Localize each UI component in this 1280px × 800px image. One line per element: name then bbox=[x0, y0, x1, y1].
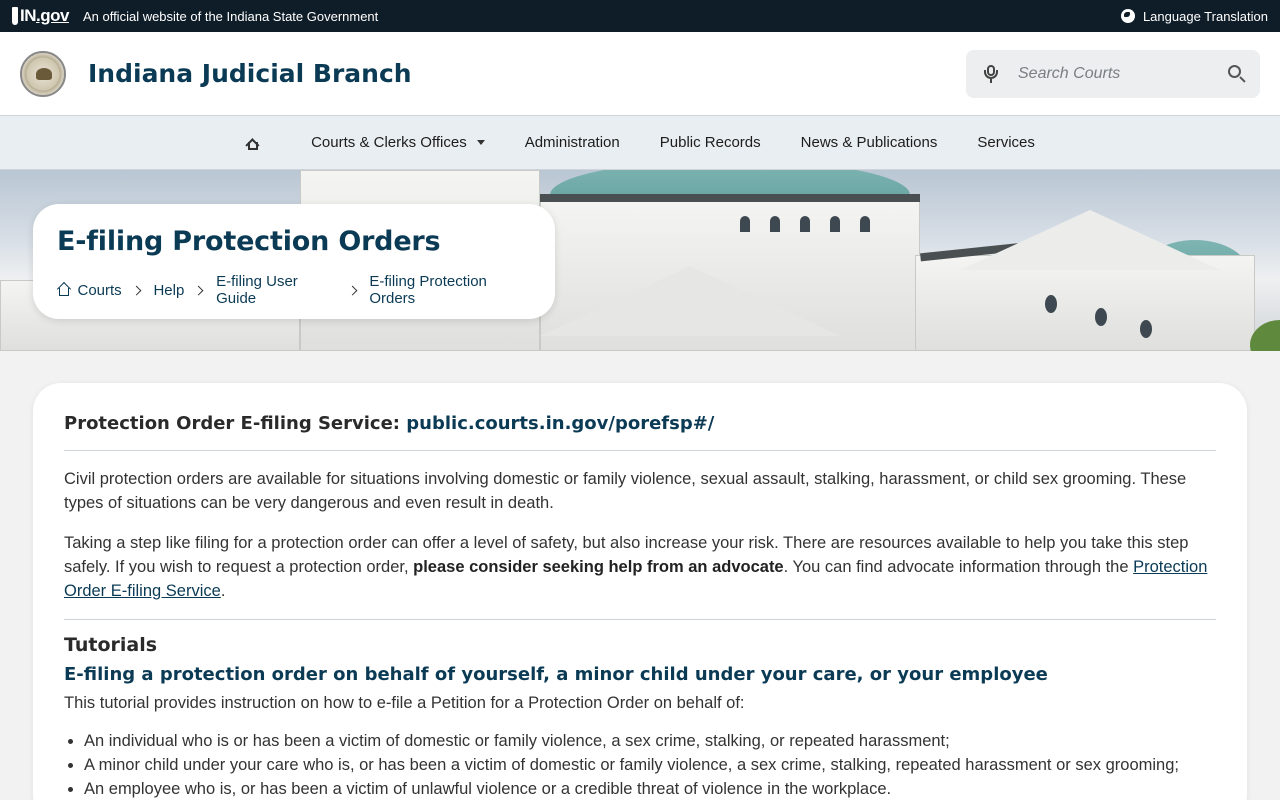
chevron-right-icon bbox=[131, 285, 141, 295]
nav-item-label: Courts & Clerks Offices bbox=[311, 134, 467, 151]
safety-text-2: . You can find advocate information thro… bbox=[783, 558, 1134, 576]
nav-item-label: News & Publications bbox=[800, 134, 938, 151]
safety-paragraph: Taking a step like filing for a protecti… bbox=[64, 531, 1216, 620]
nav-item-label: Public Records bbox=[659, 134, 761, 151]
safety-text-3: . bbox=[220, 582, 226, 600]
nav-item-public-records[interactable]: Public Records bbox=[660, 134, 761, 151]
tutorial-title: E-filing a protection order on behalf of… bbox=[64, 664, 1048, 685]
nav-item-label: Services bbox=[977, 134, 1035, 151]
top-bar: IN .gov An official website of the Indian… bbox=[0, 0, 1280, 32]
globe-icon bbox=[1120, 9, 1135, 23]
tutorial-list: An individual who is or has been a victi… bbox=[64, 729, 1216, 800]
breadcrumb: Courts Help E-filing User Guide E-filing… bbox=[56, 273, 531, 307]
search-icon[interactable] bbox=[1228, 64, 1246, 83]
breadcrumb-current: E-filing Protection Orders bbox=[369, 273, 487, 307]
advocate-emphasis: please consider seeking help from an adv… bbox=[413, 558, 784, 576]
list-item: An employee who is, or has been a victim… bbox=[84, 777, 1216, 800]
main-content-card: Protection Order E-filing Service: publi… bbox=[33, 383, 1247, 800]
official-site-text: An official website of the Indiana State… bbox=[82, 8, 379, 24]
site-header: Indiana Judicial Branch bbox=[0, 32, 1280, 116]
chevron-right-icon bbox=[193, 285, 204, 295]
home-icon[interactable] bbox=[245, 135, 261, 152]
intro-paragraph: Civil protection orders are available fo… bbox=[64, 470, 1187, 512]
tutorials-heading: Tutorials bbox=[64, 634, 158, 656]
in-gov-logo-mark bbox=[12, 7, 18, 25]
language-translation-label: Language Translation bbox=[1142, 8, 1268, 24]
tutorial-intro: This tutorial provides instruction on ho… bbox=[64, 694, 745, 712]
breadcrumb-help[interactable]: Help bbox=[153, 282, 184, 299]
page-title-card: E-filing Protection Orders Courts Help E… bbox=[33, 204, 555, 319]
search-input[interactable] bbox=[1018, 64, 1228, 83]
service-line: Protection Order E-filing Service: publi… bbox=[64, 413, 1216, 451]
state-seal-logo[interactable] bbox=[20, 50, 66, 97]
nav-item-news-publications[interactable]: News & Publications bbox=[801, 134, 938, 151]
breadcrumb-courts[interactable]: Courts bbox=[78, 282, 122, 299]
service-url-link[interactable]: public.courts.in.gov/porefsp#/ bbox=[406, 413, 714, 434]
home-icon bbox=[56, 281, 72, 297]
in-gov-logo[interactable]: IN .gov bbox=[12, 6, 69, 26]
list-item: An individual who is or has been a victi… bbox=[84, 729, 1216, 753]
in-gov-logo-gov: .gov bbox=[36, 6, 69, 25]
in-gov-logo-in: IN bbox=[20, 6, 37, 25]
main-nav: Courts & Clerks Offices Administration P… bbox=[0, 116, 1280, 170]
chevron-right-icon bbox=[347, 285, 357, 295]
caret-down-icon bbox=[476, 140, 485, 145]
breadcrumb-efiling-user-guide[interactable]: E-filing User Guide bbox=[216, 273, 337, 307]
page-title: E-filing Protection Orders bbox=[57, 226, 441, 257]
service-label: Protection Order E-filing Service: bbox=[64, 413, 407, 434]
site-title[interactable]: Indiana Judicial Branch bbox=[88, 59, 412, 88]
nav-item-courts-clerks[interactable]: Courts & Clerks Offices bbox=[311, 134, 485, 151]
nav-item-label: Administration bbox=[524, 134, 620, 151]
nav-item-administration[interactable]: Administration bbox=[525, 134, 620, 151]
search-box bbox=[966, 49, 1260, 98]
microphone-icon[interactable] bbox=[984, 64, 998, 83]
nav-item-services[interactable]: Services bbox=[977, 134, 1035, 151]
list-item: A minor child under your care who is, or… bbox=[84, 753, 1216, 777]
language-translation-button[interactable]: Language Translation bbox=[1120, 8, 1268, 24]
